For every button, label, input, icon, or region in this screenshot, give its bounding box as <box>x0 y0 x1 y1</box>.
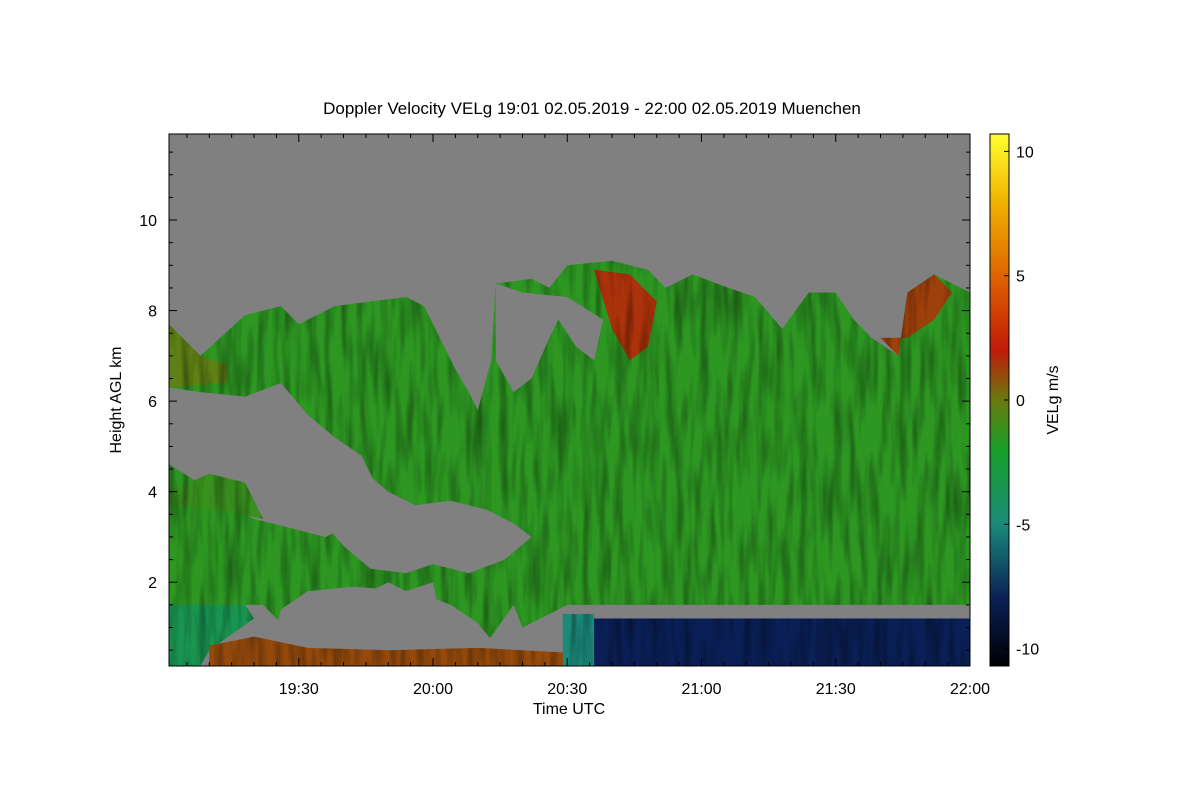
x-tick-label: 19:30 <box>279 681 319 698</box>
y-tick-label: 6 <box>148 394 157 411</box>
doppler-velocity-chart: Doppler Velocity VELg 19:01 02.05.2019 -… <box>108 99 1062 718</box>
x-tick-label: 20:30 <box>547 681 587 698</box>
x-axis-label: Time UTC <box>533 701 605 718</box>
y-tick-label: 10 <box>139 213 157 230</box>
colorbar-tick-label: 0 <box>1016 393 1025 410</box>
colorbar-label: VELg m/s <box>1045 365 1062 434</box>
colorbar: 10 5 0 -5 -10 VELg m/s <box>989 133 1062 667</box>
colorbar-tick-label: 10 <box>1016 144 1034 161</box>
region-texture-boundary-layer-blue <box>585 618 970 666</box>
chart-title: Doppler Velocity VELg 19:01 02.05.2019 -… <box>323 99 861 118</box>
colorbar-tick-label: -10 <box>1016 642 1039 659</box>
y-tick-label: 4 <box>148 485 157 502</box>
x-tick-label: 22:00 <box>950 681 990 698</box>
x-tick-label: 20:00 <box>413 681 453 698</box>
y-tick-label: 2 <box>148 575 157 592</box>
colorbar-tick-label: -5 <box>1016 517 1030 534</box>
x-tick-label: 21:30 <box>816 681 856 698</box>
plot-area <box>169 134 970 666</box>
y-tick-label: 8 <box>148 304 157 321</box>
y-axis-label: Height AGL km <box>108 346 125 453</box>
colorbar-tick-label: 5 <box>1016 269 1025 286</box>
x-tick-label: 21:00 <box>681 681 721 698</box>
